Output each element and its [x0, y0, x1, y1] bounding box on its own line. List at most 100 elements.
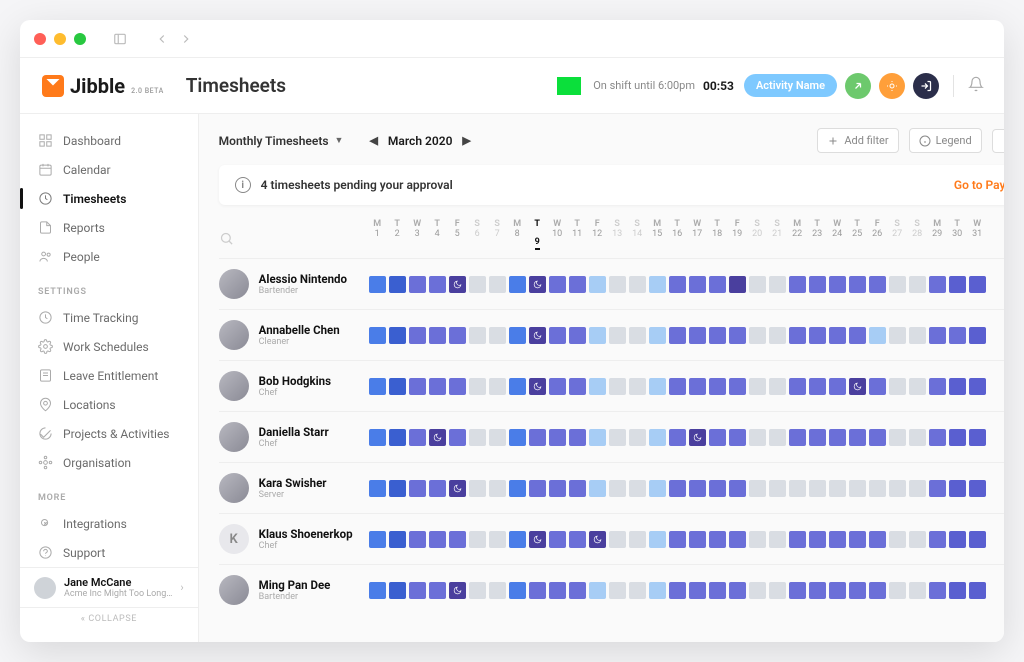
timesheet-cell[interactable] [709, 480, 726, 497]
timesheet-cell[interactable] [769, 582, 786, 599]
timesheet-cell[interactable] [369, 276, 386, 293]
person-name[interactable]: Ming Pan Dee [259, 578, 331, 592]
timesheet-cell[interactable] [909, 480, 926, 497]
timesheet-cell[interactable] [549, 582, 566, 599]
timesheet-cell[interactable] [609, 327, 626, 344]
prev-month-icon[interactable]: ◀ [369, 134, 377, 147]
person-name[interactable]: Klaus Shoenerkop [259, 527, 353, 541]
timesheet-cell[interactable] [789, 582, 806, 599]
current-user[interactable]: Jane McCane Acme Inc Might Too Long… › [20, 567, 198, 607]
timesheet-cell[interactable] [909, 327, 926, 344]
timesheet-cell[interactable] [849, 327, 866, 344]
timesheet-cell[interactable] [869, 429, 886, 446]
timesheet-cell[interactable] [829, 276, 846, 293]
timesheet-cell[interactable] [949, 327, 966, 344]
sidebar-item-work-schedules[interactable]: Work Schedules [20, 332, 198, 361]
timesheet-cell[interactable] [609, 531, 626, 548]
timesheet-cell[interactable] [589, 480, 606, 497]
timesheet-cell[interactable] [949, 276, 966, 293]
logout-icon[interactable] [913, 73, 939, 99]
timesheet-cell[interactable] [669, 378, 686, 395]
timesheet-cell[interactable] [909, 531, 926, 548]
timesheet-cell[interactable] [369, 582, 386, 599]
timesheet-cell[interactable] [589, 429, 606, 446]
timesheet-cell[interactable] [889, 327, 906, 344]
timesheet-cell[interactable] [409, 480, 426, 497]
timesheet-cell[interactable] [729, 276, 746, 293]
timesheet-cell[interactable] [609, 582, 626, 599]
timesheet-cell[interactable] [369, 429, 386, 446]
timesheet-cell[interactable] [769, 429, 786, 446]
timesheet-cell[interactable] [609, 429, 626, 446]
timesheet-cell[interactable] [969, 531, 986, 548]
timesheet-cell[interactable] [409, 378, 426, 395]
timesheet-cell[interactable] [789, 327, 806, 344]
timesheet-cell[interactable] [769, 378, 786, 395]
next-month-icon[interactable]: ▶ [462, 134, 470, 147]
timesheet-cell[interactable] [509, 327, 526, 344]
timesheet-cell[interactable] [809, 429, 826, 446]
timesheet-cell[interactable] [609, 378, 626, 395]
timesheet-cell[interactable] [429, 327, 446, 344]
sidebar-item-reports[interactable]: Reports [20, 213, 198, 242]
timesheet-cell[interactable] [409, 276, 426, 293]
sidebar-item-dashboard[interactable]: Dashboard [20, 126, 198, 155]
timesheet-cell[interactable] [629, 378, 646, 395]
total-header[interactable]: Total⇅ⓘ [986, 237, 1004, 250]
timesheet-cell[interactable] [829, 327, 846, 344]
timesheet-cell[interactable] [709, 378, 726, 395]
timesheet-cell[interactable] [509, 378, 526, 395]
max-dot[interactable] [74, 33, 86, 45]
pay-periods-link[interactable]: Go to Pay Periods [954, 178, 1004, 192]
timesheet-cell[interactable] [429, 276, 446, 293]
timesheet-cell[interactable] [829, 429, 846, 446]
action-circle-2[interactable] [879, 73, 905, 99]
timesheet-cell[interactable] [569, 480, 586, 497]
timesheet-cell[interactable] [489, 480, 506, 497]
timesheet-cell[interactable] [589, 531, 606, 548]
sidebar-item-timesheets[interactable]: Timesheets [20, 184, 198, 213]
sidebar-item-projects-&-activities[interactable]: Projects & Activities [20, 419, 198, 448]
timesheet-cell[interactable] [869, 531, 886, 548]
collapse-button[interactable]: « COLLAPSE [20, 607, 198, 630]
timesheet-cell[interactable] [389, 531, 406, 548]
timesheet-cell[interactable] [549, 378, 566, 395]
timesheet-cell[interactable] [889, 582, 906, 599]
timesheet-cell[interactable] [909, 378, 926, 395]
timesheet-cell[interactable] [589, 582, 606, 599]
timesheet-cell[interactable] [469, 327, 486, 344]
timesheet-cell[interactable] [449, 276, 466, 293]
timesheet-cell[interactable] [389, 480, 406, 497]
timesheet-cell[interactable] [629, 480, 646, 497]
timesheet-cell[interactable] [709, 327, 726, 344]
timesheet-cell[interactable] [549, 276, 566, 293]
timesheet-cell[interactable] [729, 582, 746, 599]
timesheet-cell[interactable] [509, 276, 526, 293]
timesheet-cell[interactable] [889, 480, 906, 497]
timesheet-cell[interactable] [389, 276, 406, 293]
sidebar-item-leave-entitlement[interactable]: Leave Entitlement [20, 361, 198, 390]
timesheet-cell[interactable] [409, 582, 426, 599]
timesheet-cell[interactable] [889, 276, 906, 293]
timesheet-cell[interactable] [649, 582, 666, 599]
timesheet-cell[interactable] [529, 531, 546, 548]
timesheet-cell[interactable] [749, 327, 766, 344]
timesheet-cell[interactable] [489, 429, 506, 446]
timesheet-cell[interactable] [369, 327, 386, 344]
person-name[interactable]: Kara Swisher [259, 476, 327, 490]
timesheet-cell[interactable] [429, 582, 446, 599]
timesheet-cell[interactable] [549, 531, 566, 548]
timesheet-cell[interactable] [449, 480, 466, 497]
timesheet-cell[interactable] [869, 582, 886, 599]
timesheet-cell[interactable] [849, 378, 866, 395]
timesheet-cell[interactable] [929, 327, 946, 344]
timesheet-cell[interactable] [669, 480, 686, 497]
sidebar-toggle-icon[interactable] [112, 31, 128, 47]
timesheet-cell[interactable] [909, 582, 926, 599]
view-dropdown[interactable]: Monthly Timesheets▼ [219, 134, 344, 148]
timesheet-cell[interactable] [689, 531, 706, 548]
timesheet-cell[interactable] [429, 429, 446, 446]
timesheet-cell[interactable] [809, 327, 826, 344]
timesheet-cell[interactable] [969, 276, 986, 293]
timesheet-cell[interactable] [529, 378, 546, 395]
